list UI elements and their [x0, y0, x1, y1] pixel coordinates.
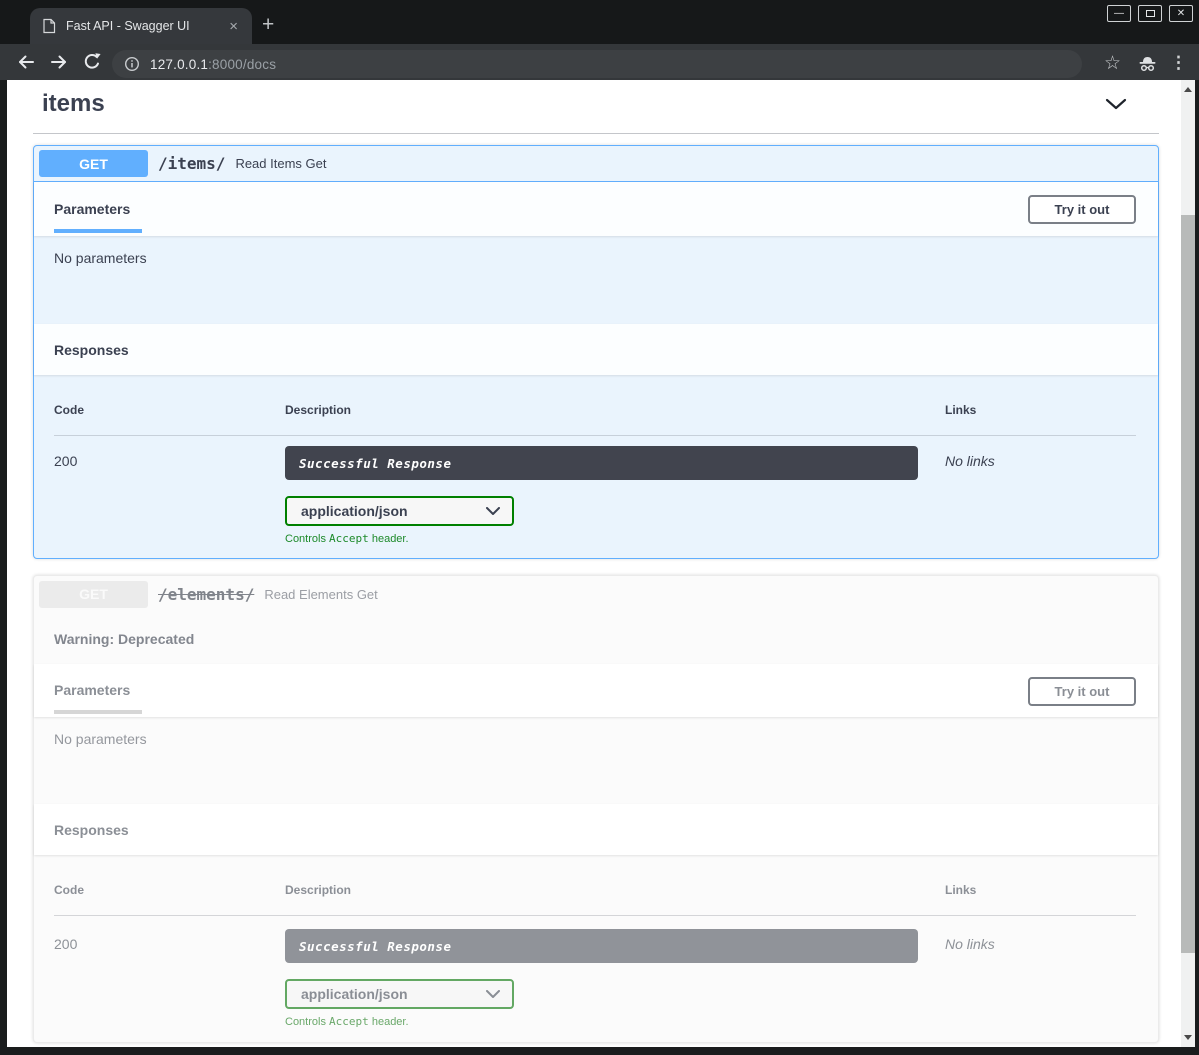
- responses-title: Responses: [54, 342, 129, 358]
- try-it-out-button[interactable]: Try it out: [1028, 195, 1136, 224]
- parameters-header: Parameters Try it out: [34, 182, 1158, 236]
- tab-title: Fast API - Swagger UI: [66, 19, 225, 33]
- forward-icon[interactable]: [49, 52, 69, 72]
- response-row: 200 Successful Response application/json: [54, 916, 1136, 1028]
- status-code: 200: [54, 929, 285, 1028]
- responses-table-head: Code Description Links: [54, 389, 1136, 436]
- tag-title: items: [42, 90, 105, 118]
- parameters-body: No parameters: [34, 236, 1158, 324]
- method-badge: GET: [39, 150, 148, 177]
- no-parameters-text: No parameters: [54, 250, 147, 266]
- links-header: Links: [945, 403, 1136, 417]
- no-parameters-text: No parameters: [54, 731, 147, 747]
- parameters-body: No parameters: [34, 717, 1158, 804]
- code-header: Code: [54, 883, 285, 897]
- address-bar[interactable]: 127.0.0.1:8000/docs: [112, 50, 1082, 78]
- media-type-value: application/json: [301, 503, 408, 519]
- page-content: items GET /items/ Read Items Get Paramet…: [7, 80, 1181, 1047]
- response-description-block: Successful Response: [285, 929, 918, 963]
- deprecation-warning-wrapper: Warning: Deprecated: [34, 612, 1158, 664]
- endpoint-path: /elements/: [158, 585, 254, 604]
- page-favicon-icon: [42, 18, 56, 34]
- reload-icon[interactable]: [82, 52, 102, 72]
- responses-table-head: Code Description Links: [54, 869, 1136, 916]
- links-value: No links: [945, 929, 1136, 1028]
- tag-section-header[interactable]: items: [33, 80, 1159, 118]
- window-controls: — ✕: [1107, 5, 1193, 22]
- deprecated-warning: Warning: Deprecated: [54, 631, 194, 647]
- tab-bar: Fast API - Swagger UI × + — ✕: [0, 0, 1199, 44]
- chevron-down-icon[interactable]: [1105, 98, 1127, 110]
- description-header: Description: [285, 403, 945, 417]
- site-info-icon[interactable]: [124, 56, 140, 72]
- url-text: 127.0.0.1:8000/docs: [150, 57, 276, 72]
- maximize-icon[interactable]: [1138, 5, 1162, 22]
- minimize-icon[interactable]: —: [1107, 5, 1131, 22]
- status-code: 200: [54, 446, 285, 545]
- chevron-down-icon: [486, 990, 500, 999]
- browser-menu-icon[interactable]: ⋮: [1170, 50, 1187, 76]
- method-badge: GET: [39, 581, 148, 608]
- responses-table: Code Description Links 200 Successful Re…: [34, 855, 1158, 1042]
- code-header: Code: [54, 403, 285, 417]
- new-tab-icon[interactable]: +: [262, 14, 274, 35]
- url-host: 127.0.0.1: [150, 57, 208, 72]
- description-header: Description: [285, 883, 945, 897]
- accept-header-note: Controls Accept header.: [285, 532, 945, 545]
- scroll-up-icon[interactable]: [1184, 87, 1192, 92]
- try-it-out-button[interactable]: Try it out: [1028, 677, 1136, 706]
- opblock-get-items: GET /items/ Read Items Get Parameters Tr…: [33, 145, 1159, 559]
- responses-title: Responses: [54, 822, 129, 838]
- tab-parameters[interactable]: Parameters: [54, 682, 142, 714]
- endpoint-path: /items/: [158, 154, 225, 173]
- incognito-icon: [1138, 50, 1157, 76]
- media-type-select[interactable]: application/json: [285, 496, 514, 526]
- back-icon[interactable]: [16, 52, 36, 72]
- browser-tab[interactable]: Fast API - Swagger UI ×: [30, 8, 252, 44]
- divider: [33, 133, 1159, 134]
- response-description-block: Successful Response: [285, 446, 918, 480]
- opblock-get-elements-deprecated: GET /elements/ Read Elements Get Warning…: [33, 575, 1159, 1043]
- links-header: Links: [945, 883, 1136, 897]
- chevron-down-icon: [486, 507, 500, 516]
- media-type-value: application/json: [301, 986, 408, 1002]
- tab-parameters[interactable]: Parameters: [54, 201, 142, 233]
- accept-header-note: Controls Accept header.: [285, 1015, 945, 1028]
- bookmark-star-icon[interactable]: ☆: [1104, 50, 1121, 76]
- endpoint-summary: Read Elements Get: [264, 587, 377, 602]
- opblock-summary[interactable]: GET /items/ Read Items Get: [34, 146, 1158, 182]
- tab-close-icon[interactable]: ×: [225, 17, 242, 36]
- responses-table: Code Description Links 200 Successful Re…: [34, 375, 1158, 558]
- response-description: Successful Response: [299, 939, 452, 954]
- browser-toolbar: 127.0.0.1:8000/docs ☆ ⋮: [0, 44, 1199, 80]
- responses-header: Responses: [34, 804, 1158, 855]
- browser-window: Fast API - Swagger UI × + — ✕: [0, 0, 1199, 1055]
- response-row: 200 Successful Response application/json: [54, 436, 1136, 545]
- parameters-header: Parameters Try it out: [34, 664, 1158, 717]
- opblock-summary[interactable]: GET /elements/ Read Elements Get: [34, 576, 1158, 612]
- scrollbar-thumb[interactable]: [1181, 215, 1195, 953]
- page-scrollbar[interactable]: [1181, 80, 1195, 1047]
- media-type-select[interactable]: application/json: [285, 979, 514, 1009]
- responses-header: Responses: [34, 324, 1158, 375]
- endpoint-summary: Read Items Get: [235, 156, 326, 171]
- links-value: No links: [945, 446, 1136, 545]
- response-description: Successful Response: [299, 456, 452, 471]
- url-path: :8000/docs: [208, 57, 276, 72]
- close-window-icon[interactable]: ✕: [1169, 5, 1193, 22]
- scroll-down-icon[interactable]: [1184, 1035, 1192, 1040]
